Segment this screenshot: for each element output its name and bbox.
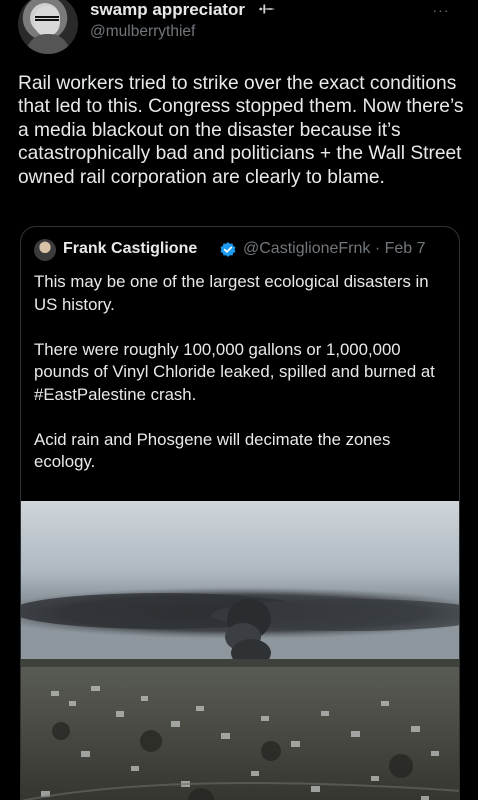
quoted-tweet-text: This may be one of the largest ecologica… <box>34 271 449 496</box>
quoted-tweet-header: Frank Castiglione @CastiglioneFrnk · Feb… <box>34 239 454 261</box>
tweet[interactable]: swamp appreciator @mulberrythief ··· Rai… <box>0 0 478 800</box>
author-avatar[interactable] <box>18 0 78 54</box>
dagger-icon <box>258 4 276 14</box>
ellipsis-icon[interactable]: ··· <box>428 2 454 18</box>
author-handle[interactable]: @mulberrythief <box>90 23 195 41</box>
tweet-text: Rail workers tried to strike over the ex… <box>18 73 464 188</box>
quoted-paragraph: Acid rain and Phosgene will decimate the… <box>34 429 391 472</box>
quoted-author-name[interactable]: Frank Castiglione <box>63 240 197 258</box>
tweet-header: swamp appreciator @mulberrythief ··· <box>0 0 478 60</box>
quoted-paragraph: This may be one of the largest ecologica… <box>34 272 429 314</box>
quoted-author-handle-date: @CastiglioneFrnk · Feb 7 <box>243 240 426 257</box>
verified-badge-icon <box>220 242 236 257</box>
aerial-photo-smoke-plume[interactable] <box>21 501 459 800</box>
quoted-tweet[interactable]: Frank Castiglione @CastiglioneFrnk · Feb… <box>20 226 460 800</box>
quoted-author-avatar[interactable] <box>34 239 56 261</box>
quoted-paragraph: There were roughly 100,000 gallons or 1,… <box>34 339 435 404</box>
author-display-name[interactable]: swamp appreciator <box>90 0 245 20</box>
